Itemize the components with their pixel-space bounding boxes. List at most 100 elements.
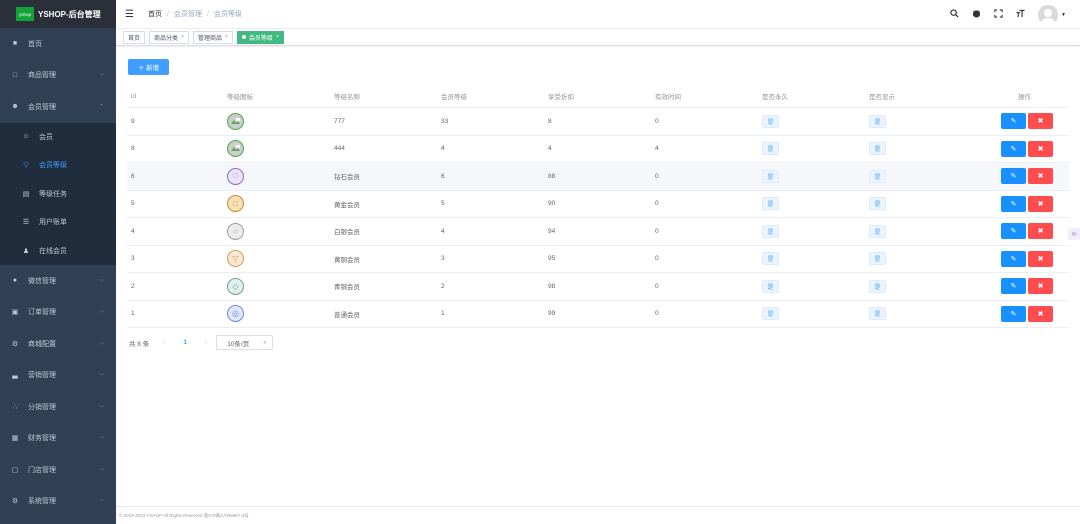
sidebar-item-4[interactable]: ▃ 营销管理 ⌵ (0, 360, 116, 392)
edit-icon: ✎ (1010, 118, 1017, 126)
sidebar-item-1[interactable]: ■ 首页 (0, 28, 116, 60)
sidebar-item-2[interactable]: □ 商品管理 ⌵ (0, 60, 116, 92)
edit-icon: ✎ (1010, 255, 1017, 263)
cell-forever: 是 (762, 224, 869, 238)
submenu-item-4[interactable]: ☰ 用户账单 (0, 208, 116, 237)
show-tag: 是 (869, 279, 886, 293)
navbar-tools: ▼ (938, 0, 1066, 29)
cell-show: 是 (869, 169, 984, 183)
cell-grade: 4 (441, 145, 445, 153)
logo-badge: yshop (16, 7, 34, 21)
font-size-icon[interactable] (1015, 9, 1026, 20)
sidebar-item-3[interactable]: ☻ 会员管理 ⌃ (0, 91, 116, 123)
chevron-down-icon: ⌵ (99, 466, 104, 473)
page-size-select[interactable]: 10条/页 ▼ (216, 335, 274, 350)
sidebar-item-label: 营销管理 (28, 372, 56, 380)
forever-tag: 是 (762, 142, 779, 156)
next-page-button[interactable]: › (205, 339, 207, 346)
cell-icon: ♡ (227, 167, 334, 185)
cell-forever: 是 (762, 169, 869, 183)
edit-icon: ✎ (1010, 173, 1017, 181)
cell-discount: 99 (548, 310, 556, 318)
submenu-item-3[interactable]: ▤ 等级任务 (0, 180, 116, 209)
avatar[interactable] (1038, 4, 1059, 25)
sidebar-item-6[interactable]: ▦ 财务管理 ⌵ (0, 423, 116, 455)
delete-button[interactable]: ✖ (1028, 305, 1053, 322)
cell-show: 是 (869, 114, 984, 128)
submenu-item-5[interactable]: ♟ 在线会员 (0, 237, 116, 266)
sidebar-item-7[interactable]: ▢ 门店管理 ⌵ (0, 454, 116, 486)
cell-grade: 5 (441, 200, 445, 208)
cell-discount: 8 (548, 117, 552, 125)
close-icon[interactable]: × (181, 34, 184, 40)
edit-icon: ✎ (1010, 145, 1017, 153)
edit-button[interactable]: ✎ (1001, 113, 1026, 130)
cell-icon (227, 140, 334, 158)
sidebar-item-label: 订单管理 (28, 309, 56, 317)
sidebar-item-5[interactable]: ∴ 分销管理 ⌵ (0, 391, 116, 423)
cell-grade: 4 (441, 227, 445, 235)
sidebar-item-3[interactable]: ⚙ 商城配置 ⌵ (0, 328, 116, 360)
chevron-down-icon: ⌵ (99, 277, 104, 284)
delete-button[interactable]: ✖ (1028, 278, 1053, 295)
delete-button[interactable]: ✖ (1028, 113, 1053, 130)
delete-button[interactable]: ✖ (1028, 195, 1053, 212)
github-icon[interactable] (971, 9, 982, 20)
sidebar-item-8[interactable]: ⚙ 系统管理 ⌵ (0, 486, 116, 518)
breadcrumb-parent[interactable]: 会员管理 (174, 9, 202, 19)
edit-button[interactable]: ✎ (1001, 305, 1026, 322)
add-button[interactable]: ＋ 新增 (128, 59, 169, 75)
edit-button[interactable]: ✎ (1001, 168, 1026, 185)
logo[interactable]: yshop YSHOP-后台管理 (0, 0, 116, 28)
edit-button[interactable]: ✎ (1001, 278, 1026, 295)
cell-name: 白银会员 (334, 229, 360, 237)
close-icon[interactable]: × (276, 34, 279, 40)
cell-show: 是 (869, 279, 984, 293)
sidebar-item-2[interactable]: ▣ 订单管理 ⌵ (0, 297, 116, 329)
delete-button[interactable]: ✖ (1028, 250, 1053, 267)
cell-forever: 是 (762, 197, 869, 211)
settings-icon: ⚙ (11, 340, 19, 348)
delete-button[interactable]: ✖ (1028, 168, 1053, 185)
submenu-item-label: 会员等级 (39, 162, 67, 170)
chevron-down-icon: ⌵ (99, 71, 104, 78)
cell-actions: ✎ ✖ (984, 305, 1069, 322)
cell-name: 青铜会员 (334, 284, 360, 292)
cell-id: 4 (131, 227, 135, 235)
forever-tag: 是 (762, 224, 779, 238)
close-icon[interactable]: × (225, 34, 228, 40)
tag-4[interactable]: 会员等级 × (236, 30, 284, 44)
sidebar-item-1[interactable]: ● 微信管理 ⌵ (0, 265, 116, 297)
edit-button[interactable]: ✎ (1001, 195, 1026, 212)
cell-actions: ✎ ✖ (984, 195, 1069, 212)
member-level-table: id 等级图标 等级名称 会员等级 享受折扣 有效时间 是否永久 是否显示 操作 9 777 33 8… (127, 85, 1069, 328)
tag-3[interactable]: 管理商品 × (192, 30, 233, 44)
search-icon[interactable] (949, 9, 960, 20)
cell-name: 黄铜会员 (334, 256, 360, 264)
forever-tag: 是 (762, 252, 779, 266)
chevron-down-icon: ⌵ (99, 403, 104, 410)
tag-label: 会员等级 (248, 35, 273, 42)
hamburger-icon[interactable]: ☰ (125, 9, 135, 20)
edit-button[interactable]: ✎ (1001, 223, 1026, 240)
edit-button[interactable]: ✎ (1001, 140, 1026, 157)
forever-tag: 是 (762, 197, 779, 211)
caret-down-icon[interactable]: ▼ (1061, 12, 1066, 18)
breadcrumb: 首页 / 会员管理 / 会员等级 (148, 9, 242, 19)
fullscreen-icon[interactable] (993, 9, 1004, 20)
delete-button[interactable]: ✖ (1028, 140, 1053, 157)
cell-forever: 是 (762, 252, 869, 266)
edit-button[interactable]: ✎ (1001, 250, 1026, 267)
tag-1[interactable]: 首页 (123, 30, 146, 44)
submenu-item-2[interactable]: ▽ 会员等级 (0, 151, 116, 180)
prev-page-button[interactable]: ‹ (163, 339, 165, 346)
breadcrumb-home[interactable]: 首页 (148, 9, 162, 19)
trash-icon: ✖ (1037, 200, 1044, 208)
cell-actions: ✎ ✖ (984, 113, 1069, 130)
tag-2[interactable]: 商品分类 × (149, 30, 189, 44)
submenu-item-1[interactable]: ☺ 会员 (0, 123, 116, 152)
page-number[interactable]: 1 (183, 339, 187, 346)
chevron-down-icon: ⌵ (99, 497, 104, 504)
floating-widget-icon[interactable]: ✉ (1068, 228, 1080, 240)
delete-button[interactable]: ✖ (1028, 223, 1053, 240)
